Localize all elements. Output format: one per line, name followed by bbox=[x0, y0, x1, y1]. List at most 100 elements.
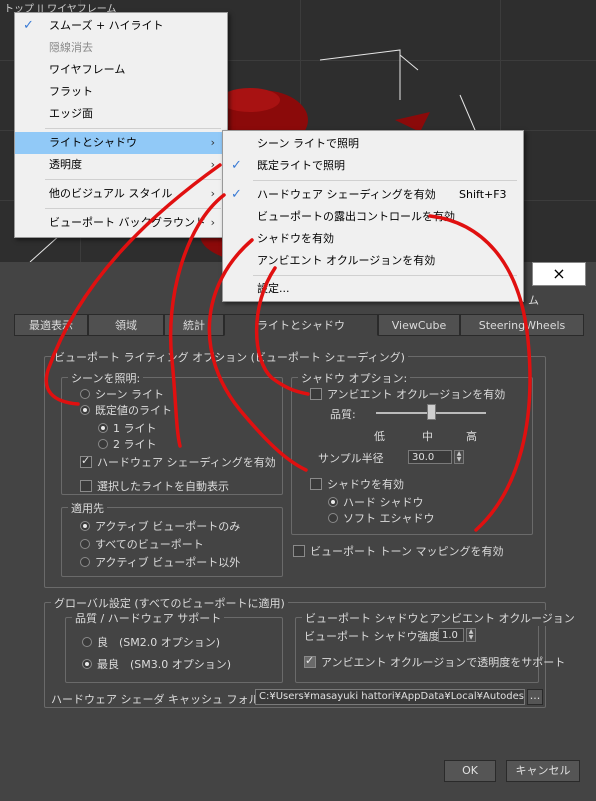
chevron-right-icon: › bbox=[210, 216, 215, 229]
lights-shadows-submenu: シーン ライトで照明 ✓ 既定ライトで照明 ✓ ハードウェア シェーディングを有効 S… bbox=[222, 130, 524, 302]
checkbox-checked-icon bbox=[304, 654, 316, 668]
auto-display-lights-checkbox[interactable]: 選択したライトを自動表示 bbox=[80, 478, 229, 494]
shadow-ao-group: ビューポート シャドウとアンビエント オクルージョン ビューポート シャドウ強度… bbox=[295, 610, 578, 683]
ao-transparency-checkbox[interactable]: アンビエント オクルージョンで透明度をサポート bbox=[304, 654, 565, 670]
menu-item-exposure-control[interactable]: ビューポートの露出コントロールを有効 bbox=[223, 206, 521, 228]
radio-selected-icon bbox=[80, 521, 90, 531]
close-icon[interactable]: × bbox=[532, 262, 586, 286]
check-icon: ✓ bbox=[23, 18, 34, 33]
menu-item-scene-lights[interactable]: シーン ライトで照明 bbox=[223, 133, 521, 155]
cache-folder-path-field[interactable]: C:¥Users¥masayuki hattori¥AppData¥Local¥… bbox=[255, 689, 525, 705]
all-viewports-radio[interactable]: すべてのビューポート bbox=[80, 536, 204, 552]
shadow-intensity-input[interactable]: 1.0 bbox=[438, 628, 464, 642]
ao-enable-checkbox[interactable]: アンビエント オクルージョンを有効 bbox=[310, 386, 505, 402]
shadow-intensity-label: ビューポート シャドウ強度 bbox=[304, 630, 440, 643]
browse-button[interactable]: ... bbox=[527, 689, 543, 705]
apply-to-group: 適用先 アクティブ ビューポートのみ すべてのビューポート アクティブ ビューポ… bbox=[61, 500, 283, 577]
viewport-shading-menu: ✓ スムーズ + ハイライト 隠線消去 ワイヤフレーム フラット エッジ面 ライト… bbox=[14, 12, 228, 238]
dialog-title-fragment: ム bbox=[528, 294, 539, 307]
sm30-radio[interactable]: 最良 (SM3.0 オプション) bbox=[82, 656, 231, 672]
viewport-config-dialog: ム 最適表示 領域 統計 ライトとシャドウ ViewCube SteeringW… bbox=[0, 262, 596, 801]
teapot-spout bbox=[395, 112, 430, 132]
quality-mid-label: 中 bbox=[422, 430, 433, 443]
menu-item-smooth-highlights[interactable]: ✓ スムーズ + ハイライト bbox=[15, 15, 225, 37]
sm20-radio[interactable]: 良 (SM2.0 オプション) bbox=[82, 634, 220, 650]
menu-separator bbox=[253, 275, 517, 276]
shadow-options-group: シャドウ オプション: アンビエント オクルージョンを有効 品質: 低 中 高 … bbox=[291, 370, 533, 535]
menu-item-settings[interactable]: 設定... bbox=[223, 278, 521, 300]
menu-item-other-visual-styles[interactable]: 他のビジュアル スタイル › bbox=[15, 183, 225, 205]
menu-separator bbox=[45, 179, 221, 180]
cancel-button[interactable]: キャンセル bbox=[506, 760, 580, 782]
group-title: ビューポート ライティング オプション (ビューポート シェーディング) bbox=[51, 349, 408, 365]
except-active-radio[interactable]: アクティブ ビューポート以外 bbox=[80, 554, 240, 570]
ok-button[interactable]: OK bbox=[444, 760, 496, 782]
quality-support-group: 品質 / ハードウェア サポート 良 (SM2.0 オプション) 最良 (SM3… bbox=[65, 610, 283, 683]
menu-separator bbox=[253, 180, 517, 181]
quality-low-label: 低 bbox=[374, 430, 385, 443]
radio-selected-icon bbox=[328, 497, 338, 507]
chevron-right-icon: › bbox=[210, 158, 215, 171]
default-lights-radio[interactable]: 既定値のライト bbox=[80, 402, 172, 418]
group-title: 品質 / ハードウェア サポート bbox=[72, 610, 225, 626]
checkbox-icon bbox=[310, 478, 322, 490]
group-title: シャドウ オプション: bbox=[298, 370, 411, 386]
menu-item-hidden-line[interactable]: 隠線消去 bbox=[15, 37, 225, 59]
radio-icon bbox=[98, 439, 108, 449]
one-light-radio[interactable]: 1 ライト bbox=[98, 420, 157, 436]
global-settings-group: グローバル設定 (すべてのビューポートに適用) 品質 / ハードウェア サポート… bbox=[44, 595, 578, 708]
viewport-lighting-group: ビューポート ライティング オプション (ビューポート シェーディング) シーン… bbox=[44, 349, 546, 588]
checkbox-icon bbox=[80, 480, 92, 492]
tab-statistics[interactable]: 統計 bbox=[164, 314, 224, 336]
menu-item-enable-ao[interactable]: アンビエント オクルージョンを有効 bbox=[223, 250, 521, 272]
tab-viewcube[interactable]: ViewCube bbox=[378, 314, 460, 336]
check-icon: ✓ bbox=[231, 187, 242, 202]
group-title: グローバル設定 (すべてのビューポートに適用) bbox=[51, 595, 288, 611]
tab-steeringwheels[interactable]: SteeringWheels bbox=[460, 314, 584, 336]
group-title: 適用先 bbox=[68, 500, 107, 516]
radio-icon bbox=[80, 389, 90, 399]
menu-separator bbox=[45, 128, 221, 129]
menu-item-lights-shadows[interactable]: ライトとシャドウ › bbox=[15, 132, 225, 154]
radio-selected-icon bbox=[80, 405, 90, 415]
quality-slider-thumb[interactable] bbox=[427, 404, 436, 420]
quality-label: 品質: bbox=[330, 408, 356, 421]
menu-item-enable-shadows[interactable]: シャドウを有効 bbox=[223, 228, 521, 250]
chevron-right-icon: › bbox=[210, 136, 215, 149]
menu-item-default-lights[interactable]: ✓ 既定ライトで照明 bbox=[223, 155, 521, 177]
sample-radius-label: サンプル半径 bbox=[318, 452, 384, 465]
menu-item-edged-faces[interactable]: エッジ面 bbox=[15, 103, 225, 125]
menu-item-transparency[interactable]: 透明度 › bbox=[15, 154, 225, 176]
scene-lights-radio[interactable]: シーン ライト bbox=[80, 386, 164, 402]
shadow-enable-checkbox[interactable]: シャドウを有効 bbox=[310, 476, 404, 492]
radio-icon bbox=[82, 637, 92, 647]
radio-selected-icon bbox=[82, 659, 92, 669]
tab-lights-shadows[interactable]: ライトとシャドウ bbox=[224, 314, 378, 336]
hard-shadow-radio[interactable]: ハード シャドウ bbox=[328, 494, 424, 510]
sample-radius-input[interactable]: 30.0 bbox=[408, 450, 452, 464]
tab-layout[interactable]: 最適表示 bbox=[14, 314, 88, 336]
checkbox-icon bbox=[293, 545, 305, 557]
hw-shading-checkbox[interactable]: ハードウェア シェーディングを有効 bbox=[80, 454, 276, 470]
menu-item-wireframe[interactable]: ワイヤフレーム bbox=[15, 59, 225, 81]
tone-mapping-checkbox[interactable]: ビューポート トーン マッピングを有効 bbox=[293, 543, 503, 559]
radio-selected-icon bbox=[98, 423, 108, 433]
tab-regions[interactable]: 領域 bbox=[88, 314, 164, 336]
quality-high-label: 高 bbox=[466, 430, 477, 443]
soft-shadow-radio[interactable]: ソフト エシャドウ bbox=[328, 510, 435, 526]
scene-lighting-group: シーンを照明: シーン ライト 既定値のライト 1 ライト 2 ライト ハードウ… bbox=[61, 370, 283, 495]
radio-icon bbox=[328, 513, 338, 523]
active-viewport-only-radio[interactable]: アクティブ ビューポートのみ bbox=[80, 518, 240, 534]
menu-item-viewport-background[interactable]: ビューポート バックグラウンド › bbox=[15, 212, 225, 234]
radio-icon bbox=[80, 539, 90, 549]
chevron-right-icon: › bbox=[210, 187, 215, 200]
spinner-arrows-icon[interactable]: ▲ ▼ bbox=[454, 450, 464, 464]
checkbox-icon bbox=[310, 388, 322, 400]
group-title: シーンを照明: bbox=[68, 370, 144, 386]
cache-folder-label: ハードウェア シェーダ キャッシュ フォルダ: bbox=[51, 693, 275, 706]
menu-item-hw-shading[interactable]: ✓ ハードウェア シェーディングを有効 Shift+F3 bbox=[223, 184, 521, 206]
menu-item-flat[interactable]: フラット bbox=[15, 81, 225, 103]
checkbox-checked-icon bbox=[80, 454, 92, 468]
two-lights-radio[interactable]: 2 ライト bbox=[98, 436, 157, 452]
spinner-arrows-icon[interactable]: ▲ ▼ bbox=[466, 628, 476, 642]
